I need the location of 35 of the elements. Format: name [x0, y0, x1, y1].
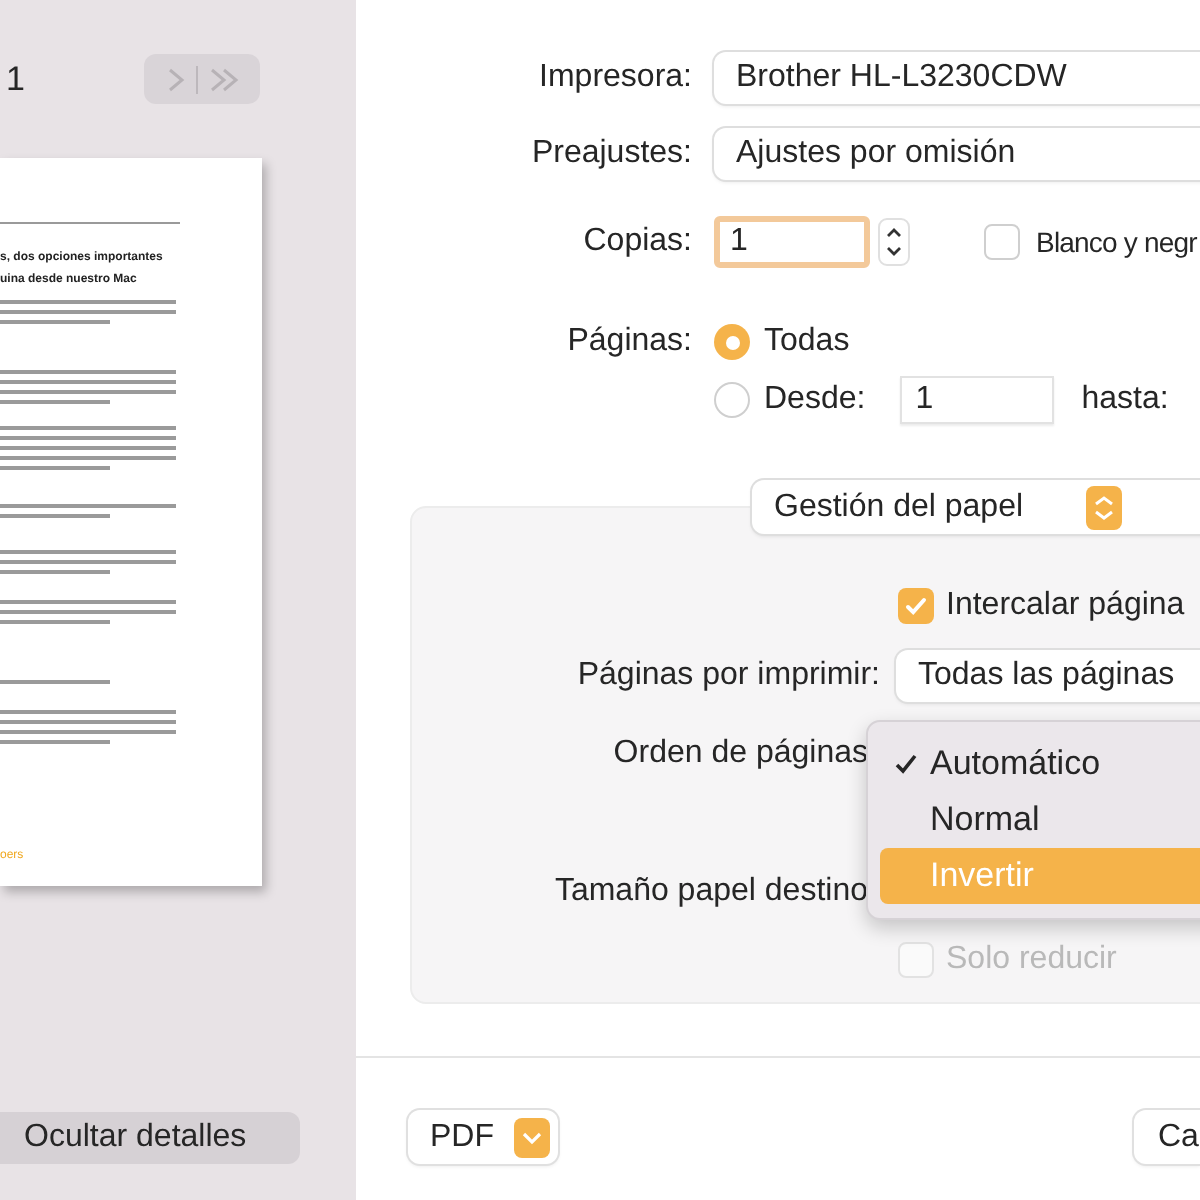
- chevron-down-icon: [514, 1117, 550, 1157]
- page-number: 1: [6, 57, 25, 102]
- stepper-icon[interactable]: [878, 218, 910, 266]
- radio-button[interactable]: [714, 382, 750, 418]
- stepper-icon: [1085, 485, 1122, 529]
- checkbox-label: Intercalar página: [946, 586, 1185, 626]
- to-page-label: hasta:: [1081, 380, 1169, 420]
- pdf-button[interactable]: PDF: [408, 1110, 558, 1164]
- radio-button[interactable]: [714, 324, 750, 360]
- field-label: Páginas:: [565, 322, 692, 362]
- copies-field[interactable]: 1: [714, 216, 870, 268]
- menu-item[interactable]: Automático: [880, 736, 1200, 792]
- radio-label: Todas: [764, 322, 850, 362]
- radio-label: Desde:: [764, 380, 866, 420]
- field-label: Impresora:: [537, 58, 692, 98]
- checkbox-label: Blanco y negr: [1036, 223, 1197, 262]
- menu-item[interactable]: Normal: [880, 792, 1200, 848]
- field-label: Tamaño papel destino: [552, 872, 868, 912]
- page-nav-buttons[interactable]: [144, 54, 260, 104]
- field-label: Páginas por imprimir:: [575, 656, 880, 696]
- checkmark-icon: [904, 594, 928, 618]
- presets-dropdown[interactable]: Ajustes por omisión: [714, 128, 1200, 180]
- printer-dropdown[interactable]: Brother HL-L3230CDW: [714, 52, 1200, 104]
- cancel-button[interactable]: Ca: [1134, 1110, 1200, 1164]
- checkmark-icon: [894, 752, 918, 776]
- checkbox[interactable]: [898, 588, 934, 624]
- from-page-field[interactable]: 1: [899, 376, 1054, 424]
- field-label: Orden de páginas: [611, 734, 868, 774]
- checkbox-label: Solo reducir: [946, 940, 1117, 980]
- checkbox[interactable]: [984, 224, 1020, 260]
- section-dropdown[interactable]: Gestión del papel: [752, 480, 1200, 534]
- pages-to-print-dropdown[interactable]: Todas las páginas: [896, 650, 1200, 702]
- field-label: Preajustes:: [529, 134, 692, 174]
- field-label: Copias:: [581, 222, 692, 262]
- hide-details-button[interactable]: Ocultar detalles: [0, 1112, 300, 1164]
